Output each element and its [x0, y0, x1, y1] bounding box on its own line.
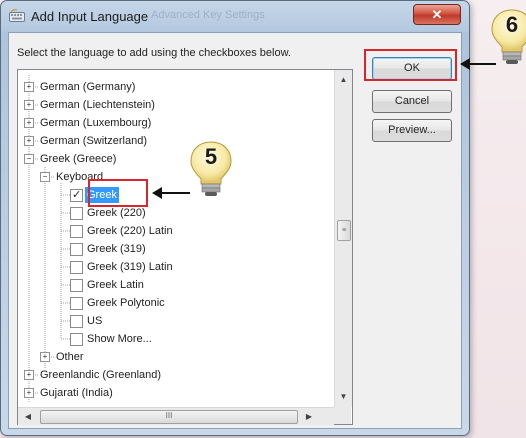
expand-icon[interactable]: + — [24, 136, 34, 146]
tree-item-label: Greenlandic (Greenland) — [40, 369, 162, 381]
checkbox[interactable] — [70, 187, 83, 203]
background-window-title: Advanced Key Settings — [151, 9, 265, 21]
collapse-icon[interactable]: − — [40, 172, 50, 182]
step-number: 5 — [204, 144, 218, 169]
checkbox[interactable] — [70, 261, 83, 274]
lightbulb-icon: 5 — [188, 140, 234, 198]
tree-item-label: German (Germany) — [40, 81, 136, 93]
expand-icon[interactable]: + — [24, 388, 34, 398]
cancel-button[interactable]: Cancel — [372, 90, 452, 113]
expand-icon[interactable]: + — [24, 82, 34, 92]
highlight-box-ok — [364, 49, 457, 81]
step-number: 6 — [505, 12, 519, 37]
checkbox[interactable] — [70, 333, 83, 346]
highlight-box-greek — [88, 179, 148, 207]
checkbox[interactable] — [70, 207, 83, 220]
tree-item-label: US — [87, 315, 103, 327]
horizontal-scrollbar[interactable]: ◀ III ▶ — [18, 407, 334, 425]
expand-icon[interactable]: + — [24, 100, 34, 110]
vertical-scrollbar[interactable]: ▲ ≡ ▼ — [334, 70, 352, 407]
scroll-thumb[interactable]: ≡ — [337, 220, 351, 241]
checkbox[interactable] — [70, 315, 83, 328]
dialog-body: Select the language to add using the che… — [8, 32, 462, 429]
checkbox[interactable] — [70, 297, 83, 310]
tree-item-label: German (Luxembourg) — [40, 117, 152, 129]
tree-item-label: Greek Polytonic — [87, 297, 165, 309]
tree-item-label: German (Liechtenstein) — [40, 99, 155, 111]
tree-item-label: Show More... — [87, 333, 152, 345]
preview-button[interactable]: Preview... — [372, 119, 452, 142]
tree-item-label: Greek (Greece) — [40, 153, 117, 165]
expand-icon[interactable]: + — [24, 370, 34, 380]
checkbox[interactable] — [70, 279, 83, 292]
scroll-thumb[interactable]: III — [40, 410, 298, 424]
tree-item-label: Greek Latin — [87, 279, 144, 291]
scroll-left-icon[interactable]: ◀ — [20, 408, 36, 425]
tree-item-label: Other — [56, 351, 84, 363]
title-bar[interactable]: Add Input Language Advanced Key Settings… — [1, 1, 469, 31]
lightbulb-icon: 6 — [489, 8, 526, 66]
tree-item-label: Gujarati (India) — [40, 387, 113, 399]
scroll-down-icon[interactable]: ▼ — [335, 389, 352, 405]
tree-item-label: German (Switzerland) — [40, 135, 147, 147]
language-tree[interactable]: + German (Germany) + German (Liechtenste… — [17, 69, 353, 425]
scroll-up-icon[interactable]: ▲ — [335, 72, 352, 88]
expand-icon[interactable]: + — [24, 118, 34, 128]
tree-item-label: Greek (319) — [87, 243, 146, 255]
arrow-line — [160, 192, 190, 194]
instruction-text: Select the language to add using the che… — [17, 47, 291, 59]
tree-item-label: Greek (319) Latin — [87, 261, 173, 273]
tree-item-label: Greek (220) — [87, 207, 146, 219]
keyboard-icon — [9, 9, 25, 22]
close-button[interactable]: ✕ — [413, 4, 461, 25]
window-title: Add Input Language — [31, 9, 149, 24]
checkbox[interactable] — [70, 225, 83, 238]
scrollbar-corner — [334, 407, 351, 424]
scroll-right-icon[interactable]: ▶ — [301, 408, 317, 425]
expand-icon[interactable]: + — [40, 352, 50, 362]
collapse-icon[interactable]: − — [24, 154, 34, 164]
checkbox[interactable] — [70, 243, 83, 256]
tree-item-label: Greek (220) Latin — [87, 225, 173, 237]
